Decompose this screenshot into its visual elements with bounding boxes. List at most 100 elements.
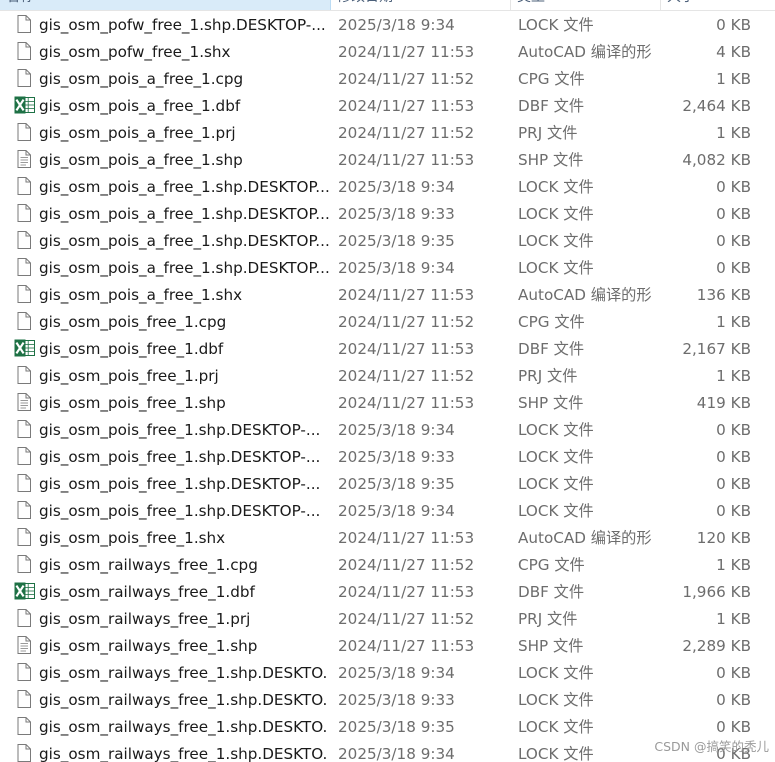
file-name: gis_osm_railways_free_1.cpg (39, 556, 258, 574)
file-type: LOCK 文件 (518, 16, 594, 34)
column-header-bar: 名称 修改日期 类型 大小 (0, 0, 775, 11)
blank-file-icon (14, 68, 34, 88)
file-type: PRJ 文件 (518, 124, 578, 142)
file-type: CPG 文件 (518, 313, 585, 331)
file-name: gis_osm_pois_a_free_1.shp.DESKTOP... (39, 259, 329, 277)
file-type: SHP 文件 (518, 151, 584, 169)
file-row[interactable]: gis_osm_pois_a_free_1.shp 2024/11/27 11:5… (0, 147, 775, 174)
file-row[interactable]: gis_osm_pois_a_free_1.shp.DESKTOP... 2025… (0, 255, 775, 282)
file-date-modified: 2025/3/18 9:34 (338, 178, 455, 196)
file-row[interactable]: gis_osm_railways_free_1.shp 2024/11/27 11… (0, 633, 775, 660)
blank-file-icon (14, 662, 34, 682)
blank-file-icon (14, 446, 34, 466)
file-row[interactable]: gis_osm_railways_free_1.shp.DESKTO... 202… (0, 687, 775, 714)
column-header-date-modified[interactable]: 修改日期 (331, 0, 511, 10)
file-row[interactable]: gis_osm_pois_free_1.cpg 2024/11/27 11:52 C… (0, 309, 775, 336)
blank-file-icon (14, 14, 34, 34)
text-file-icon (14, 392, 34, 412)
file-row[interactable]: gis_osm_pofw_free_1.shp.DESKTOP-... 2025/… (0, 12, 775, 39)
file-type: LOCK 文件 (518, 475, 594, 493)
file-row[interactable]: gis_osm_pois_a_free_1.cpg 2024/11/27 11:5… (0, 66, 775, 93)
file-row[interactable]: gis_osm_pois_free_1.shp.DESKTOP-... 2025/… (0, 444, 775, 471)
file-date-modified: 2024/11/27 11:52 (338, 70, 475, 88)
file-size: 0 KB (716, 232, 751, 250)
file-row[interactable]: gis_osm_pois_a_free_1.shx 2024/11/27 11:5… (0, 282, 775, 309)
file-size: 0 KB (716, 691, 751, 709)
blank-file-icon (14, 230, 34, 250)
file-row[interactable]: gis_osm_pois_free_1.shp.DESKTOP-... 2025/… (0, 471, 775, 498)
file-date-modified: 2024/11/27 11:53 (338, 529, 475, 547)
file-type: LOCK 文件 (518, 178, 594, 196)
file-type: LOCK 文件 (518, 259, 594, 277)
file-date-modified: 2025/3/18 9:35 (338, 475, 455, 493)
file-name: gis_osm_pois_free_1.cpg (39, 313, 227, 331)
file-row[interactable]: gis_osm_pois_a_free_1.shp.DESKTOP... 2025… (0, 228, 775, 255)
file-row[interactable]: gis_osm_pois_free_1.shp 2024/11/27 11:53 S… (0, 390, 775, 417)
file-date-modified: 2025/3/18 9:34 (338, 16, 455, 34)
file-size: 0 KB (716, 475, 751, 493)
file-size: 0 KB (716, 421, 751, 439)
file-type: LOCK 文件 (518, 448, 594, 466)
file-type: LOCK 文件 (518, 691, 594, 709)
file-row[interactable]: gis_osm_pofw_free_1.shx 2024/11/27 11:53 A… (0, 39, 775, 66)
file-type: DBF 文件 (518, 97, 585, 115)
column-header-name[interactable]: 名称 (0, 0, 331, 10)
file-name: gis_osm_pois_free_1.shp.DESKTOP-... (39, 502, 321, 520)
file-size: 4 KB (716, 43, 751, 61)
file-name: gis_osm_pois_a_free_1.shp.DESKTOP... (39, 232, 329, 250)
file-explorer-window: 名称 修改日期 类型 大小 gis_osm_pofw_free_1.shp.DE… (0, 0, 775, 762)
file-type: PRJ 文件 (518, 610, 578, 628)
file-size: 120 KB (696, 529, 751, 547)
file-size: 1 KB (716, 556, 751, 574)
file-name: gis_osm_railways_free_1.shp (39, 637, 258, 655)
file-date-modified: 2024/11/27 11:52 (338, 610, 475, 628)
file-type: LOCK 文件 (518, 664, 594, 682)
blank-file-icon (14, 176, 34, 196)
blank-file-icon (14, 743, 34, 762)
file-row[interactable]: gis_osm_pois_free_1.dbf 2024/11/27 11:53 D… (0, 336, 775, 363)
file-row[interactable]: gis_osm_pois_free_1.shp.DESKTOP-... 2025/… (0, 417, 775, 444)
file-date-modified: 2024/11/27 11:53 (338, 583, 475, 601)
blank-file-icon (14, 500, 34, 520)
file-row[interactable]: gis_osm_pois_a_free_1.shp.DESKTOP... 2025… (0, 174, 775, 201)
file-date-modified: 2025/3/18 9:34 (338, 664, 455, 682)
blank-file-icon (14, 689, 34, 709)
file-type: LOCK 文件 (518, 745, 594, 762)
file-size: 2,464 KB (682, 97, 751, 115)
file-row[interactable]: gis_osm_pois_a_free_1.shp.DESKTOP... 2025… (0, 201, 775, 228)
file-name: gis_osm_railways_free_1.dbf (39, 583, 255, 601)
file-name: gis_osm_pois_a_free_1.shx (39, 286, 243, 304)
blank-file-icon (14, 527, 34, 547)
file-row[interactable]: gis_osm_pois_free_1.prj 2024/11/27 11:52 P… (0, 363, 775, 390)
file-row[interactable]: gis_osm_pois_a_free_1.dbf 2024/11/27 11:5… (0, 93, 775, 120)
file-name: gis_osm_pois_free_1.shp.DESKTOP-... (39, 475, 321, 493)
file-type: AutoCAD 编译的形 (518, 529, 652, 547)
file-name: gis_osm_railways_free_1.prj (39, 610, 251, 628)
file-date-modified: 2025/3/18 9:33 (338, 205, 455, 223)
file-date-modified: 2025/3/18 9:34 (338, 502, 455, 520)
file-row[interactable]: gis_osm_pois_free_1.shx 2024/11/27 11:53 A… (0, 525, 775, 552)
blank-file-icon (14, 608, 34, 628)
blank-file-icon (14, 257, 34, 277)
column-header-type[interactable]: 类型 (511, 0, 661, 10)
file-size: 1 KB (716, 313, 751, 331)
column-header-size[interactable]: 大小 (661, 0, 775, 10)
file-date-modified: 2025/3/18 9:34 (338, 259, 455, 277)
excel-icon (14, 581, 35, 601)
file-name: gis_osm_pois_a_free_1.shp (39, 151, 243, 169)
file-row[interactable]: gis_osm_railways_free_1.cpg 2024/11/27 11… (0, 552, 775, 579)
file-type: DBF 文件 (518, 583, 585, 601)
file-date-modified: 2024/11/27 11:52 (338, 313, 475, 331)
file-size: 0 KB (716, 448, 751, 466)
file-row[interactable]: gis_osm_pois_free_1.shp.DESKTOP-... 2025/… (0, 498, 775, 525)
file-row[interactable]: gis_osm_railways_free_1.dbf 2024/11/27 11… (0, 579, 775, 606)
file-row[interactable]: gis_osm_pois_a_free_1.prj 2024/11/27 11:5… (0, 120, 775, 147)
file-row[interactable]: gis_osm_railways_free_1.prj 2024/11/27 11… (0, 606, 775, 633)
file-date-modified: 2024/11/27 11:53 (338, 394, 475, 412)
file-type: SHP 文件 (518, 394, 584, 412)
file-name: gis_osm_pois_a_free_1.dbf (39, 97, 241, 115)
file-size: 0 KB (716, 205, 751, 223)
file-row[interactable]: gis_osm_railways_free_1.shp.DESKTO... 202… (0, 660, 775, 687)
file-size: 1 KB (716, 367, 751, 385)
excel-icon (14, 338, 35, 358)
